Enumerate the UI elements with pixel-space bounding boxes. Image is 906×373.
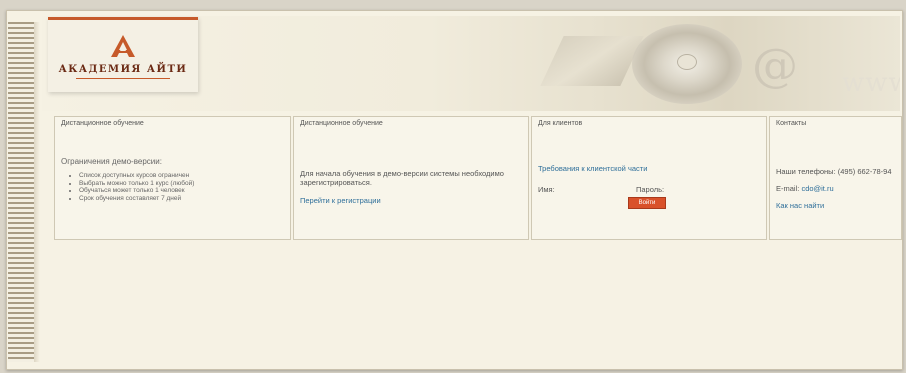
- registration-link[interactable]: Перейти к регистрации: [300, 196, 381, 205]
- panel-registration: Дистанционное обучение Для начала обучен…: [293, 116, 529, 240]
- map-link[interactable]: Как нас найти: [776, 201, 824, 210]
- email-link[interactable]: cdo@it.ru: [801, 184, 833, 193]
- list-item: Список доступных курсов ограничен: [79, 172, 194, 180]
- logo-card[interactable]: АКАДЕМИЯ АЙТИ: [48, 17, 198, 92]
- panel-title: Контакты: [776, 120, 807, 127]
- spiral-shadow: [34, 22, 40, 362]
- list-item: Срок обучения составляет 7 дней: [79, 195, 194, 203]
- demo-limits-heading: Ограничения демо-версии:: [61, 157, 162, 166]
- demo-limits-list: Список доступных курсов ограничен Выбрат…: [65, 172, 194, 202]
- notebook-spiral: [8, 22, 35, 362]
- login-password-label: Пароль:: [636, 185, 665, 194]
- info-panels: Дистанционное обучение Ограничения демо-…: [54, 116, 902, 240]
- www-decoration: www: [842, 68, 900, 98]
- panel-clients: Для клиентов Требования к клиентской час…: [531, 116, 767, 240]
- list-item: Выбрать можно только 1 курс (любой): [79, 180, 194, 188]
- academy-logo-icon: [111, 35, 135, 57]
- brand-underline: [76, 78, 170, 79]
- login-name-label: Имя:: [538, 185, 555, 194]
- panel-title: Дистанционное обучение: [61, 120, 144, 127]
- panel-title: Для клиентов: [538, 120, 583, 127]
- header-illustration: @ www: [532, 16, 900, 111]
- email-label: E-mail:: [776, 184, 800, 193]
- registration-text: Для начала обучения в демо-версии систем…: [300, 169, 504, 187]
- panel-contacts: Контакты Наши телефоны: (495) 662-78-94 …: [769, 116, 902, 240]
- cd-disc-center: [677, 54, 697, 70]
- contact-email: E-mail: cdo@it.ru: [776, 184, 834, 193]
- client-requirements-link[interactable]: Требования к клиентской части: [538, 164, 647, 173]
- list-item: Обучаться может только 1 человек: [79, 187, 194, 195]
- login-button[interactable]: Войти: [628, 197, 666, 209]
- contact-phones: Наши телефоны: (495) 662-78-94: [776, 167, 892, 176]
- at-sign-decoration: @: [752, 38, 798, 92]
- laptop-illustration: [540, 36, 644, 86]
- brand-name: АКАДЕМИЯ АЙТИ: [58, 64, 188, 75]
- panel-title: Дистанционное обучение: [300, 120, 383, 127]
- panel-demo-limits: Дистанционное обучение Ограничения демо-…: [54, 116, 291, 240]
